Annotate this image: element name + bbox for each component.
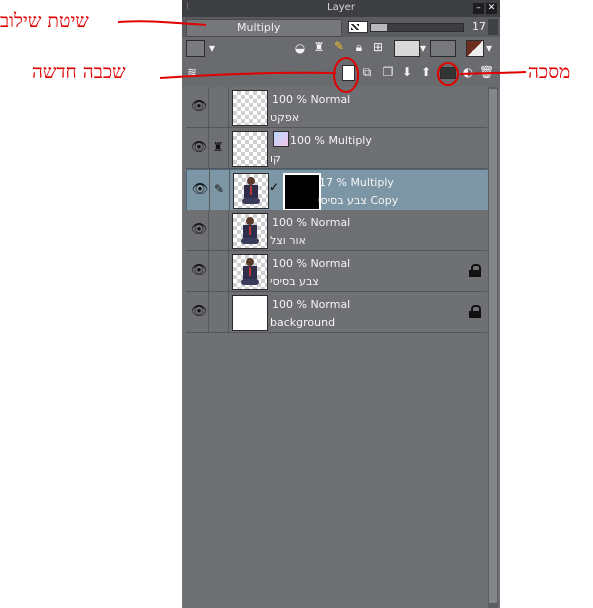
annotation-arrow-new-layer xyxy=(159,71,337,79)
annotation-arrow-blend xyxy=(117,20,207,26)
annotation-arrow-mask xyxy=(459,71,527,75)
annotation-circle-new-layer xyxy=(333,57,359,93)
annotation-circle-mask xyxy=(437,62,459,86)
annotation-strokes xyxy=(117,20,527,93)
